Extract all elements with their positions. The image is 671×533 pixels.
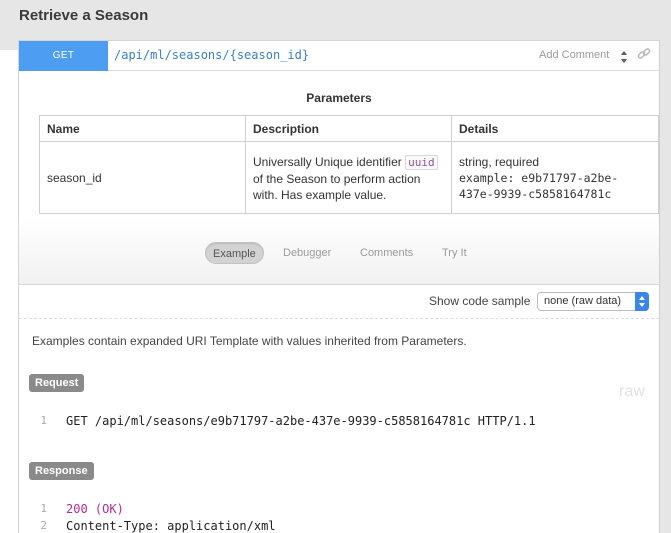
method-badge: GET [19, 41, 108, 71]
request-code-block: 1 GET /api/ml/seasons/e9b71797-a2be-437e… [29, 414, 659, 431]
line-number: 2 [40, 519, 47, 532]
request-line-text: GET /api/ml/seasons/e9b71797-a2be-437e-9… [66, 414, 536, 428]
column-header-name: Name [39, 115, 246, 142]
response-code-block: 1 200 (OK) 2 Content-Type: application/x… [29, 502, 659, 533]
code-sample-select[interactable]: none (raw data) [537, 292, 649, 311]
code-sample-label: Show code sample [429, 294, 531, 308]
tab-bar: Example Debugger Comments Try It [19, 217, 659, 285]
param-description-rest: of the Season to perform action with. Ha… [253, 172, 421, 202]
raw-label: raw [619, 383, 645, 400]
parameters-title: Parameters [306, 91, 372, 105]
response-label: Response [29, 462, 94, 480]
examples-note: Examples contain expanded URI Template w… [32, 334, 467, 348]
request-label: Request [29, 374, 85, 392]
line-number: 1 [40, 414, 47, 427]
param-description-text: Universally Unique identifier [253, 155, 402, 169]
code-line: 2 Content-Type: application/xml [29, 519, 659, 533]
parameters-table: Name Description Details season_id Unive… [39, 115, 659, 214]
permalink-icon[interactable] [636, 46, 652, 62]
table-row: season_id Universally Unique identifier … [39, 141, 659, 214]
code-line: 1 GET /api/ml/seasons/e9b71797-a2be-437e… [29, 414, 659, 431]
param-details: string, required example: e9b71797-a2be-4… [451, 141, 659, 214]
left-stripe [0, 46, 18, 533]
add-comment-link[interactable]: Add Comment [539, 49, 609, 61]
response-status-line: 200 (OK) [66, 502, 124, 516]
response-header-line: Content-Type: application/xml [66, 519, 276, 533]
param-details-example: example: e9b71797-a2be-437e-9939-c585816… [459, 171, 619, 201]
line-number: 1 [40, 502, 47, 515]
endpoint-bar: GET /api/ml/seasons/{season_id} Add Comm… [19, 41, 659, 71]
code-line: 1 200 (OK) [29, 502, 659, 519]
tab-debugger[interactable]: Debugger [283, 242, 331, 264]
action-card: GET /api/ml/seasons/{season_id} Add Comm… [18, 40, 660, 533]
tab-comments[interactable]: Comments [360, 242, 413, 264]
tab-try-it[interactable]: Try It [442, 242, 467, 264]
param-details-type: string, required [459, 155, 540, 169]
sort-icon[interactable] [620, 50, 628, 64]
param-description-code: uuid [405, 155, 438, 170]
endpoint-uri: /api/ml/seasons/{season_id} [114, 48, 310, 62]
tab-example[interactable]: Example [205, 242, 264, 264]
column-header-description: Description [245, 115, 452, 142]
select-arrow-icon [635, 292, 649, 311]
code-sample-selected-value: none (raw data) [544, 295, 622, 307]
param-name: season_id [39, 141, 246, 214]
param-description: Universally Unique identifier uuid of th… [245, 141, 452, 214]
column-header-details: Details [451, 115, 659, 142]
code-sample-row: Show code sample none (raw data) [19, 285, 659, 319]
section-title: Retrieve a Season [19, 7, 149, 24]
